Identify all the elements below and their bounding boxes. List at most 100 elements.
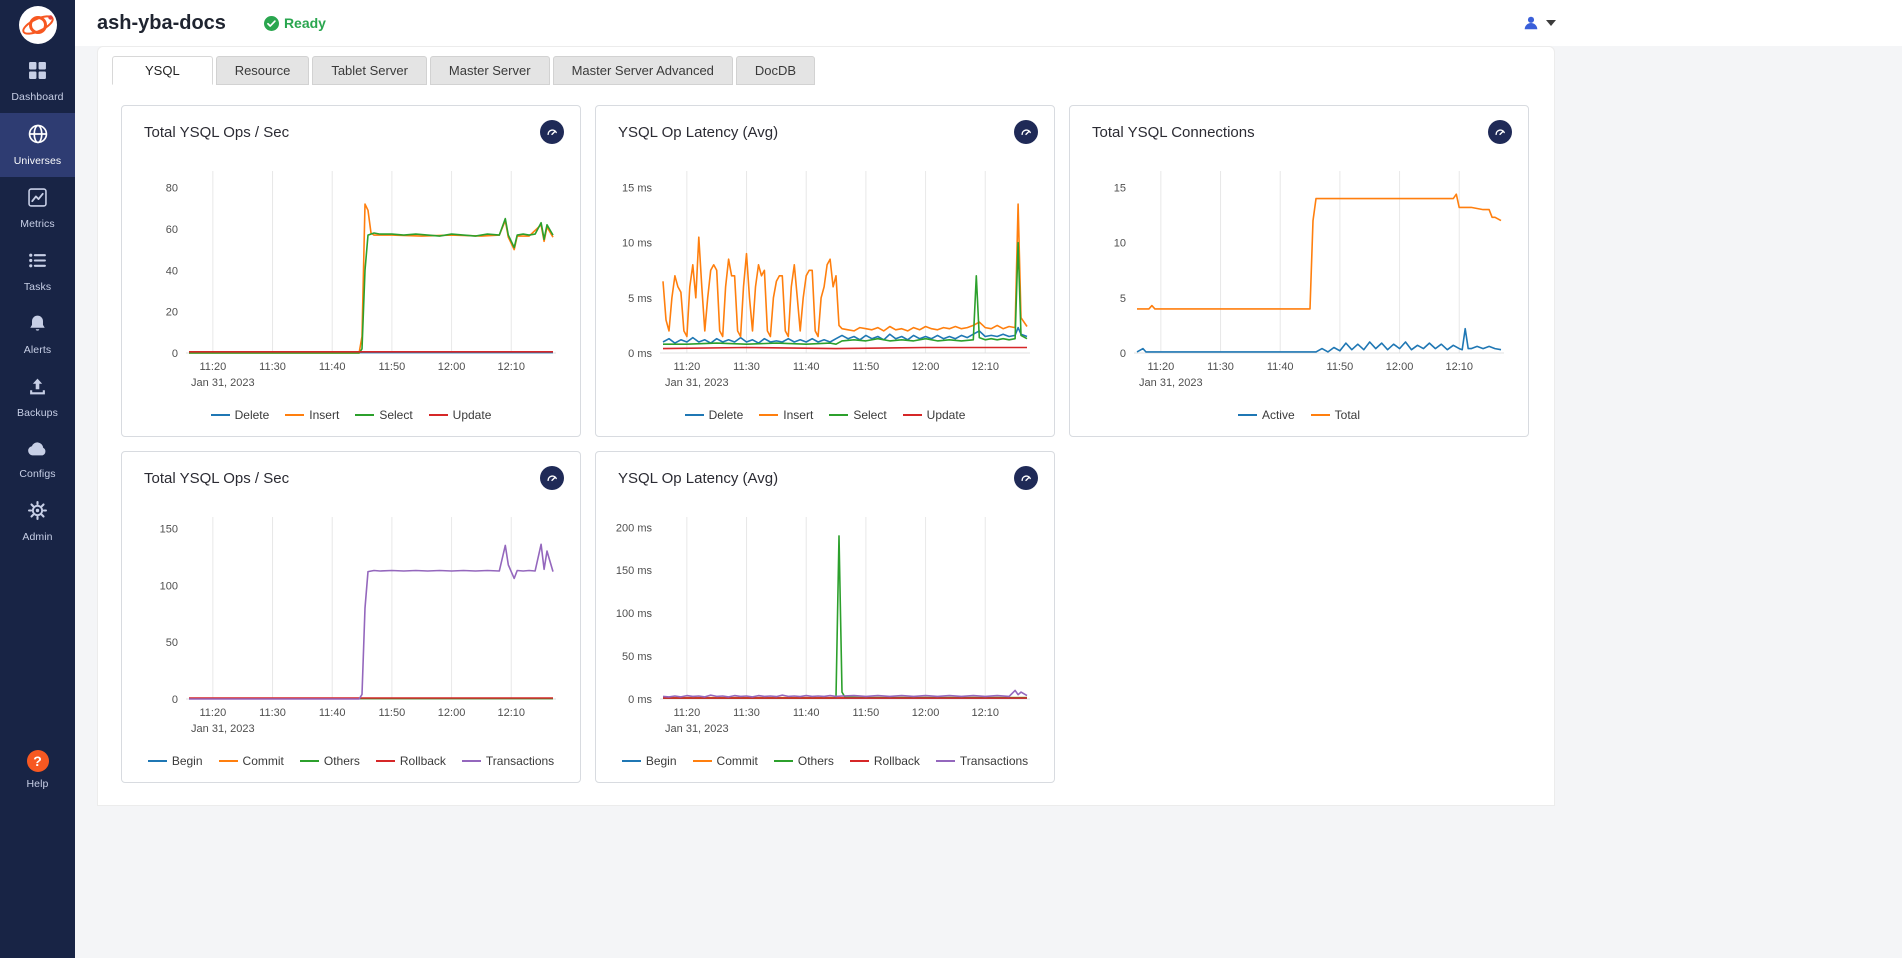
svg-text:12:00: 12:00 [438, 707, 466, 719]
metric-gauge-icon[interactable] [1488, 120, 1512, 144]
svg-text:11:50: 11:50 [1327, 361, 1354, 373]
chart-card-ysql-op-latency: YSQL Op Latency (Avg) 11:2011:3011:4011:… [595, 105, 1055, 437]
content-area: YSQL Resource Tablet Server Master Serve… [75, 46, 1902, 958]
legend-item-others[interactable]: Others [300, 754, 360, 768]
legend-item-commit[interactable]: Commit [219, 754, 284, 768]
svg-text:0 ms: 0 ms [628, 348, 652, 360]
legend-item-transactions[interactable]: Transactions [936, 754, 1028, 768]
svg-text:11:40: 11:40 [1267, 361, 1294, 373]
svg-text:12:10: 12:10 [971, 707, 999, 719]
tab-tablet-server[interactable]: Tablet Server [312, 56, 427, 85]
legend-label: Select [379, 408, 412, 422]
legend-label: Begin [172, 754, 203, 768]
legend-swatch [462, 760, 481, 762]
legend-item-update[interactable]: Update [903, 408, 966, 422]
chart-plot: 11:2011:3011:4011:5012:0012:10Jan 31, 20… [136, 505, 566, 750]
legend-swatch [429, 414, 448, 416]
sidebar-item-label: Tasks [24, 281, 51, 293]
legend-swatch [148, 760, 167, 762]
metric-gauge-icon[interactable] [1014, 466, 1038, 490]
legend-swatch [850, 760, 869, 762]
sidebar-item-admin[interactable]: Admin [0, 490, 75, 553]
legend-label: Commit [717, 754, 758, 768]
svg-text:0: 0 [1120, 348, 1126, 360]
svg-text:100 ms: 100 ms [616, 608, 653, 620]
svg-text:11:40: 11:40 [319, 707, 346, 719]
legend-item-insert[interactable]: Insert [759, 408, 813, 422]
legend-swatch [829, 414, 848, 416]
svg-text:10 ms: 10 ms [622, 238, 652, 250]
legend-label: Insert [309, 408, 339, 422]
tab-resource[interactable]: Resource [216, 56, 310, 85]
svg-text:12:00: 12:00 [438, 361, 466, 373]
legend-item-commit[interactable]: Commit [693, 754, 758, 768]
sidebar-item-label: Backups [17, 407, 58, 419]
legend-item-transactions[interactable]: Transactions [462, 754, 554, 768]
svg-text:50: 50 [166, 637, 178, 649]
legend-label: Transactions [960, 754, 1028, 768]
chart-legend: Active Total [1084, 408, 1514, 424]
svg-text:11:50: 11:50 [379, 361, 406, 373]
sidebar-item-dashboard[interactable]: Dashboard [0, 50, 75, 113]
chart-title: YSQL Op Latency (Avg) [618, 124, 778, 141]
gear-icon [28, 501, 47, 525]
chart-title: YSQL Op Latency (Avg) [618, 470, 778, 487]
sidebar-item-universes[interactable]: Universes [0, 113, 75, 177]
user-menu-button[interactable] [1522, 0, 1556, 46]
legend-item-select[interactable]: Select [355, 408, 412, 422]
svg-text:11:30: 11:30 [259, 361, 286, 373]
svg-text:12:10: 12:10 [1445, 361, 1473, 373]
legend-item-begin[interactable]: Begin [622, 754, 677, 768]
legend-item-insert[interactable]: Insert [285, 408, 339, 422]
sidebar-item-help[interactable]: ? Help [0, 739, 75, 800]
legend-item-rollback[interactable]: Rollback [850, 754, 920, 768]
legend-item-begin[interactable]: Begin [148, 754, 203, 768]
legend-item-delete[interactable]: Delete [685, 408, 744, 422]
legend-item-total[interactable]: Total [1311, 408, 1360, 422]
svg-text:12:00: 12:00 [1386, 361, 1414, 373]
tab-master-server[interactable]: Master Server [430, 56, 550, 85]
metric-gauge-icon[interactable] [1014, 120, 1038, 144]
metric-gauge-icon[interactable] [540, 120, 564, 144]
svg-text:11:40: 11:40 [793, 361, 820, 373]
sidebar-item-backups[interactable]: Backups [0, 366, 75, 429]
legend-item-update[interactable]: Update [429, 408, 492, 422]
chart-legend: Delete Insert Select Update [136, 408, 566, 424]
legend-item-rollback[interactable]: Rollback [376, 754, 446, 768]
cloud-icon [27, 440, 48, 462]
tasks-icon [28, 251, 47, 275]
svg-text:11:50: 11:50 [853, 361, 880, 373]
svg-text:Jan 31, 2023: Jan 31, 2023 [665, 723, 729, 735]
svg-text:5 ms: 5 ms [628, 293, 652, 305]
legend-swatch [376, 760, 395, 762]
sidebar-item-configs[interactable]: Configs [0, 429, 75, 490]
legend-label: Update [927, 408, 966, 422]
svg-text:0: 0 [172, 348, 178, 360]
svg-text:0: 0 [172, 694, 178, 706]
legend-item-delete[interactable]: Delete [211, 408, 270, 422]
chevron-down-icon [1546, 20, 1556, 26]
legend-label: Begin [646, 754, 677, 768]
svg-text:0 ms: 0 ms [628, 694, 652, 706]
chart-legend: Delete Insert Select Update [610, 408, 1040, 424]
tab-docdb[interactable]: DocDB [736, 56, 815, 85]
legend-item-select[interactable]: Select [829, 408, 886, 422]
metric-gauge-icon[interactable] [540, 466, 564, 490]
legend-item-others[interactable]: Others [774, 754, 834, 768]
legend-label: Others [324, 754, 360, 768]
yugabyte-logo-image [18, 5, 58, 45]
svg-text:80: 80 [166, 183, 178, 195]
svg-text:11:30: 11:30 [733, 361, 760, 373]
svg-text:Jan 31, 2023: Jan 31, 2023 [1139, 377, 1203, 389]
tab-ysql[interactable]: YSQL [112, 56, 213, 85]
sidebar-item-alerts[interactable]: Alerts [0, 303, 75, 366]
legend-item-active[interactable]: Active [1238, 408, 1295, 422]
legend-label: Delete [709, 408, 744, 422]
tab-master-server-advanced[interactable]: Master Server Advanced [553, 56, 733, 85]
yugabyte-logo[interactable] [0, 0, 75, 50]
charts-grid: Total YSQL Ops / Sec 11:2011:3011:4011:5… [98, 85, 1554, 783]
sidebar-item-tasks[interactable]: Tasks [0, 240, 75, 303]
legend-swatch [219, 760, 238, 762]
sidebar-item-metrics[interactable]: Metrics [0, 177, 75, 240]
upload-icon [28, 377, 47, 401]
